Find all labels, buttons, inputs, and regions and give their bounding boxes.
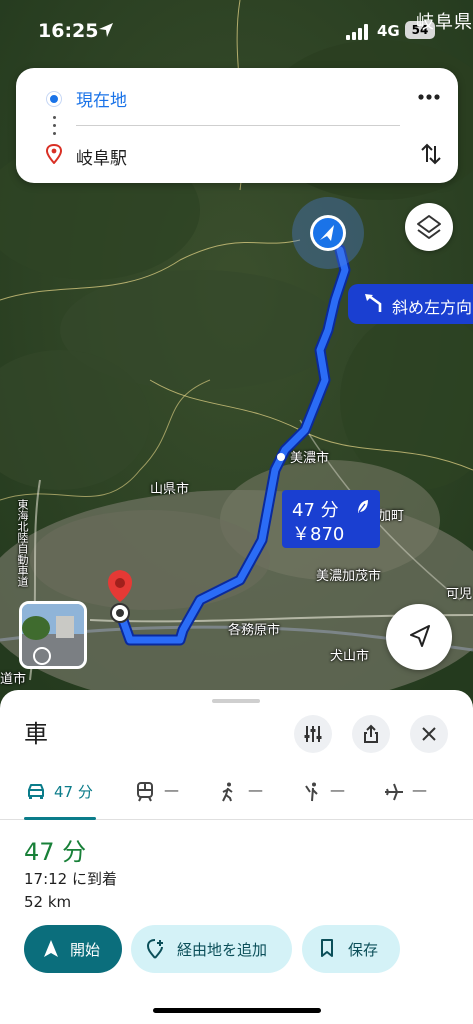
turn-slight-left-icon (365, 294, 382, 312)
share-icon (364, 724, 378, 743)
map-label-minokamo: 美濃加茂市 (316, 569, 382, 584)
map-label-left: 道市 (0, 672, 27, 687)
map-label-mino: 美濃市 (290, 451, 330, 466)
tab-transit-label: — (164, 781, 179, 799)
tab-rideshare-label: — (330, 781, 345, 799)
home-indicator (153, 1008, 321, 1013)
route-options-button[interactable] (294, 715, 332, 753)
flight-icon (385, 783, 403, 801)
add-waypoint-label: 経由地を追加 (177, 941, 268, 959)
sheet-drag-handle[interactable] (212, 699, 260, 703)
origin-dot-icon (47, 92, 61, 106)
map-label-prefecture: 岐阜県 (416, 12, 473, 33)
cellular-signal-icon (346, 24, 368, 40)
route-duration: 47 分 (24, 838, 87, 866)
start-navigation-label: 開始 (70, 941, 101, 959)
close-icon (422, 727, 436, 741)
active-tab-indicator (24, 817, 96, 820)
arrival-time: 17:12 に到着 (24, 870, 117, 888)
destination-field[interactable]: 岐阜駅 (76, 144, 127, 169)
status-time: 16:25 (38, 20, 99, 42)
map-label-kani: 可児 (446, 587, 473, 602)
travel-mode-title: 車 (24, 720, 48, 748)
destination-pin-icon (46, 144, 62, 164)
route-input-card: 現在地 岐阜駅 (16, 68, 458, 183)
recenter-button[interactable] (386, 604, 452, 670)
walk-icon (222, 782, 233, 802)
eco-leaf-icon (358, 500, 368, 513)
transit-icon (137, 782, 153, 802)
location-services-icon (99, 23, 113, 37)
rideshare-icon (305, 782, 318, 802)
route-time: 47 分 (292, 500, 339, 521)
network-type: 4G (377, 22, 400, 40)
route-card-divider (76, 125, 400, 126)
map-label-expressway: 東海北陸自動車道 (16, 499, 29, 587)
more-options-icon[interactable] (416, 90, 442, 104)
share-button[interactable] (352, 715, 390, 753)
tune-icon (304, 726, 322, 742)
turn-instruction-text: 斜め左方向 (392, 298, 473, 317)
car-icon (28, 784, 44, 799)
street-view-thumbnail[interactable] (19, 601, 87, 669)
map-label-kakamigahara: 各務原市 (228, 623, 281, 638)
layers-icon (417, 215, 441, 239)
close-button[interactable] (410, 715, 448, 753)
map-label-kamo: 加町 (378, 509, 405, 524)
route-connector-dots (53, 116, 56, 136)
travel-mode-tabs: 47 分 — — — — (0, 764, 473, 820)
save-route-button[interactable]: 保存 (302, 925, 400, 973)
swap-route-icon[interactable] (420, 142, 442, 166)
bookmark-icon (321, 939, 333, 957)
directions-bottom-sheet: 車 47 分 — — — — 47 分 17:12 に到着 52 km 開始 経… (0, 690, 473, 1024)
map-label-inuyama: 犬山市 (330, 649, 370, 664)
status-bar: 16:25 4G 54 岐阜県 (0, 0, 473, 60)
turn-instruction-banner[interactable]: 斜め左方向 (348, 284, 473, 324)
save-route-label: 保存 (348, 941, 379, 959)
navigation-arrow-icon (410, 625, 430, 647)
route-toll-cost: ￥870 (292, 524, 345, 545)
origin-field[interactable]: 現在地 (76, 86, 127, 111)
route-summary-label[interactable]: 47 分 ￥870 (282, 490, 380, 548)
start-navigation-button[interactable]: 開始 (24, 925, 122, 973)
street-view-image (22, 604, 84, 666)
layers-button[interactable] (405, 203, 453, 251)
navigation-icon (44, 940, 58, 957)
tab-driving-label: 47 分 (54, 783, 93, 801)
map-label-yamagata: 山県市 (150, 482, 190, 497)
tab-walking-label: — (248, 781, 263, 799)
add-location-icon (147, 939, 163, 959)
route-distance: 52 km (24, 893, 72, 911)
add-waypoint-button[interactable]: 経由地を追加 (131, 925, 292, 973)
tab-flights-label: — (412, 781, 427, 799)
